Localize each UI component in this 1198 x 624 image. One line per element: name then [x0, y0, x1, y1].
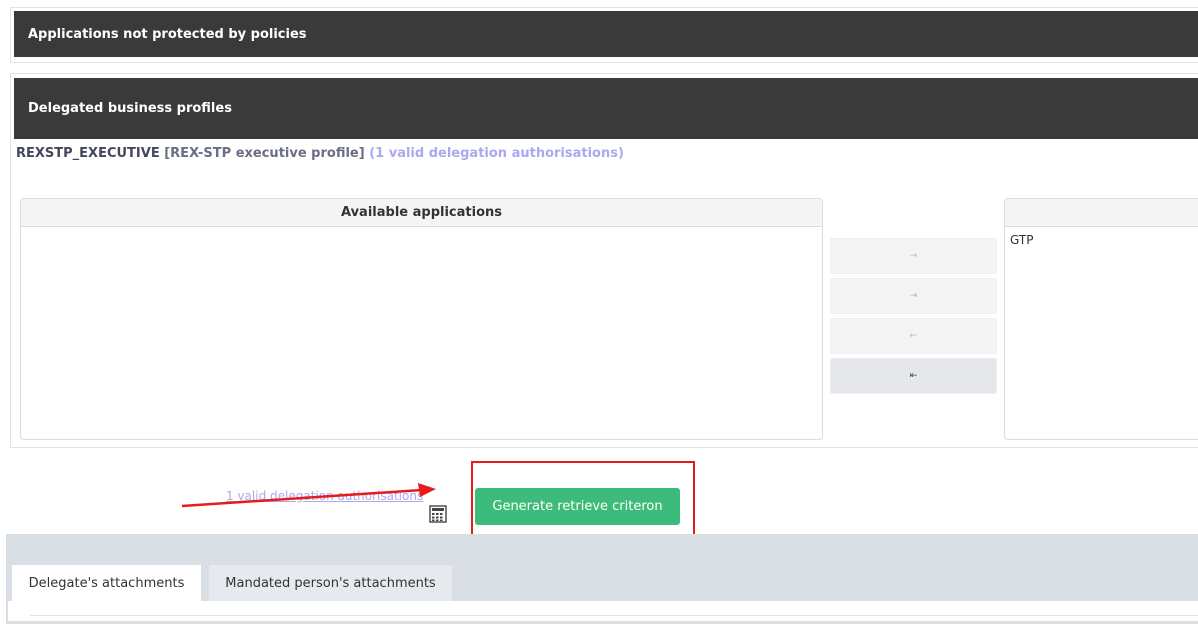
- tab-content-divider: [30, 615, 1198, 616]
- delegated-panel-header[interactable]: Delegated business profiles: [14, 78, 1198, 139]
- tab-delegate-attachments[interactable]: Delegate's attachments: [12, 565, 201, 601]
- arrow-right-bar-icon: ⇥: [909, 291, 918, 301]
- tab-delegate-label: Delegate's attachments: [28, 575, 185, 591]
- tab-content: [8, 601, 1198, 621]
- available-applications-list[interactable]: Available applications: [20, 198, 823, 440]
- unprotected-panel-header[interactable]: Applications not protected by policies: [14, 11, 1198, 57]
- selected-applications-items[interactable]: GTP: [1005, 227, 1198, 247]
- arrow-left-icon: ←: [909, 331, 918, 341]
- add-all-button[interactable]: ⇥: [830, 278, 997, 314]
- profile-code: REXSTP_EXECUTIVE: [16, 146, 160, 161]
- unprotected-panel-title: Applications not protected by policies: [28, 26, 307, 42]
- add-selected-button[interactable]: →: [830, 238, 997, 274]
- tab-mandated-label: Mandated person's attachments: [225, 575, 436, 591]
- selected-applications-list[interactable]: GTP: [1004, 198, 1198, 440]
- profile-line: REXSTP_EXECUTIVE [REX-STP executive prof…: [16, 146, 624, 161]
- available-applications-header: Available applications: [21, 199, 822, 227]
- delegated-panel-title: Delegated business profiles: [28, 101, 232, 116]
- arrow-right-icon: →: [909, 251, 918, 261]
- profile-description: [REX-STP executive profile]: [164, 146, 365, 161]
- selected-applications-header: [1005, 199, 1198, 227]
- delegation-authorisations-link[interactable]: 1 valid delegation authorisations: [226, 489, 423, 503]
- calculator-icon[interactable]: [429, 505, 447, 523]
- application-item[interactable]: GTP: [1005, 227, 1198, 247]
- profile-authorisations-link[interactable]: (1 valid delegation authorisations): [369, 146, 624, 161]
- arrow-left-bar-icon: ⇤: [909, 371, 918, 381]
- remove-all-button[interactable]: ⇤: [830, 358, 997, 394]
- tab-mandated-attachments[interactable]: Mandated person's attachments: [209, 565, 452, 601]
- remove-selected-button[interactable]: ←: [830, 318, 997, 354]
- highlight-box: [471, 461, 695, 545]
